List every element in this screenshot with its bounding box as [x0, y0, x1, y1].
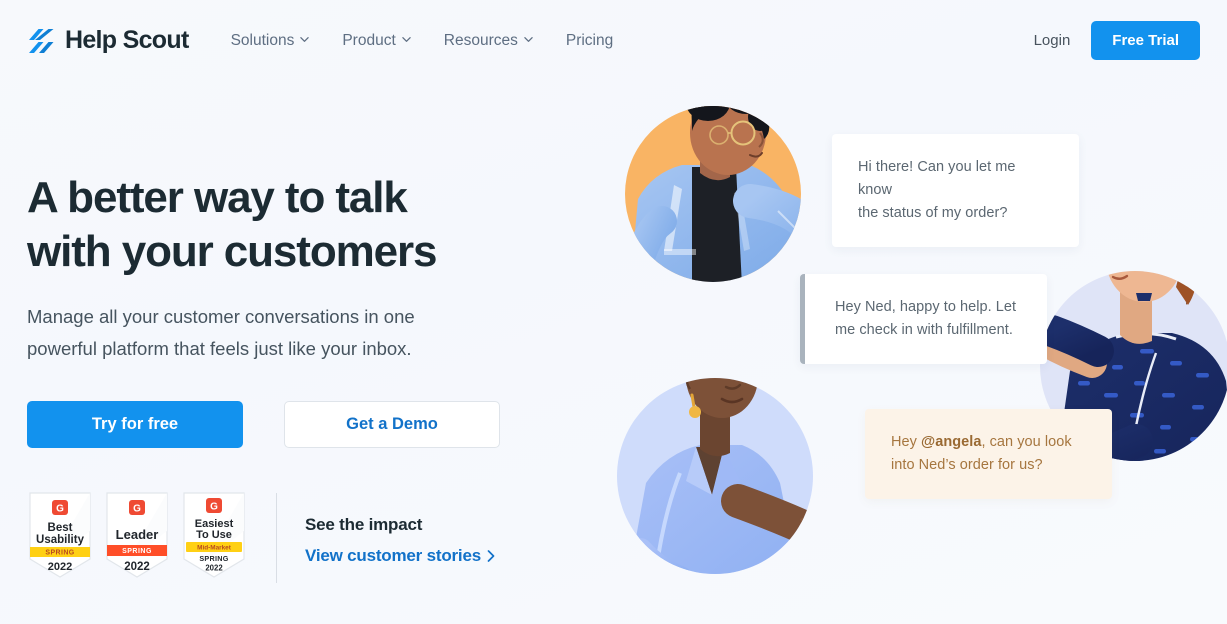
- top-navigation-bar: Help Scout Solutions Product Resources P…: [0, 0, 1227, 81]
- nav-item-resources-label: Resources: [443, 31, 518, 49]
- chat-bubble-line-2: me check in with fulfillment.: [835, 322, 1013, 338]
- hero-section: A better way to talk with your customers…: [0, 81, 1227, 624]
- badge-ribbon: SPRING: [199, 554, 228, 563]
- view-customer-stories-label: View customer stories: [305, 546, 481, 565]
- badge-ribbon: SPRING: [122, 548, 152, 555]
- g2-badge-easiest-to-use[interactable]: G Easiest To Use Mid-Market SPRING 2022: [181, 491, 247, 579]
- free-trial-button[interactable]: Free Trial: [1091, 21, 1200, 60]
- nav-item-pricing[interactable]: Pricing: [566, 32, 613, 50]
- login-link[interactable]: Login: [1034, 32, 1071, 49]
- get-a-demo-button[interactable]: Get a Demo: [284, 401, 500, 448]
- note-prefix: Hey: [891, 434, 922, 450]
- person-woman-gold-earring: [617, 378, 813, 574]
- helpscout-logo-link[interactable]: Help Scout: [27, 26, 189, 55]
- g2-badge-leader[interactable]: G Leader SPRING 2022: [104, 491, 170, 579]
- nav-item-pricing-label: Pricing: [565, 31, 614, 49]
- hero-copy-column: A better way to talk with your customers…: [0, 81, 600, 624]
- hero-cta-row: Try for free Get a Demo: [27, 401, 600, 448]
- chat-bubble-line-1: Hey Ned, happy to help. Let: [835, 299, 1017, 315]
- nav-item-product-label: Product: [342, 31, 396, 49]
- chat-bubble-line-2: the status of my order?: [858, 205, 1008, 221]
- chevron-down-icon: [402, 35, 411, 44]
- chat-bubble-line-1: Hi there! Can you let me know: [858, 159, 1016, 198]
- svg-text:G: G: [56, 504, 64, 515]
- page-title: A better way to talk with your customers: [27, 173, 438, 276]
- svg-text:G: G: [133, 504, 141, 515]
- badge-segment: Mid-Market: [197, 545, 232, 552]
- badge-year: 2022: [48, 561, 72, 573]
- nav-item-resources[interactable]: Resources: [444, 32, 533, 50]
- badge-title-line2: To Use: [196, 529, 232, 541]
- brand-name: Help Scout: [65, 26, 189, 54]
- nav-item-product[interactable]: Product: [342, 31, 411, 50]
- chat-bubble-line-2: into Ned’s order for us?: [891, 457, 1043, 473]
- nav-item-solutions-label: Solutions: [230, 31, 295, 49]
- chevron-right-icon: [487, 550, 495, 562]
- helpscout-slashes-logo-icon: [27, 28, 57, 54]
- chat-bubble-internal-note: Hey @angela, can you look into Ned’s ord…: [865, 409, 1112, 499]
- badge-year: 2022: [124, 561, 150, 573]
- badge-title-line2: Usability: [36, 534, 85, 546]
- nav-actions: Login Free Trial: [1034, 21, 1200, 60]
- chevron-down-icon: [300, 35, 310, 44]
- badge-title-line1: Leader: [116, 527, 159, 542]
- person-man-with-glasses: [625, 106, 801, 282]
- mention-angela: @angela: [921, 434, 982, 450]
- badge-ribbon: SPRING: [45, 550, 74, 557]
- nav-item-solutions[interactable]: Solutions: [231, 32, 310, 50]
- svg-text:G: G: [210, 502, 218, 513]
- primary-nav-links: Solutions Product Resources Pricing: [231, 32, 614, 50]
- chat-bubble-customer-question: Hi there! Can you let me know the status…: [832, 134, 1079, 247]
- chat-bubble-agent-reply: Hey Ned, happy to help. Let me check in …: [800, 274, 1047, 364]
- try-for-free-button[interactable]: Try for free: [27, 401, 243, 448]
- note-suffix: , can you look: [981, 434, 1072, 450]
- badge-year: 2022: [205, 564, 223, 573]
- view-customer-stories-link[interactable]: View customer stories: [305, 546, 495, 566]
- impact-block: See the impact View customer stories: [277, 491, 495, 566]
- chevron-down-icon: [524, 35, 533, 44]
- chat-bubble-line-1: Hey @angela, can you look: [891, 431, 1086, 454]
- g2-badges-group: G Best Usability SPRING 2022 G Leader SP…: [27, 491, 276, 579]
- impact-title: See the impact: [305, 515, 423, 534]
- hero-subheading: Manage all your customer conversations i…: [27, 306, 415, 359]
- g2-badge-best-usability[interactable]: G Best Usability SPRING 2022: [27, 491, 93, 579]
- social-proof-row: G Best Usability SPRING 2022 G Leader SP…: [27, 491, 600, 583]
- badge-title-line1: Best: [48, 522, 73, 534]
- hero-illustration: Hi there! Can you let me know the status…: [600, 81, 1227, 624]
